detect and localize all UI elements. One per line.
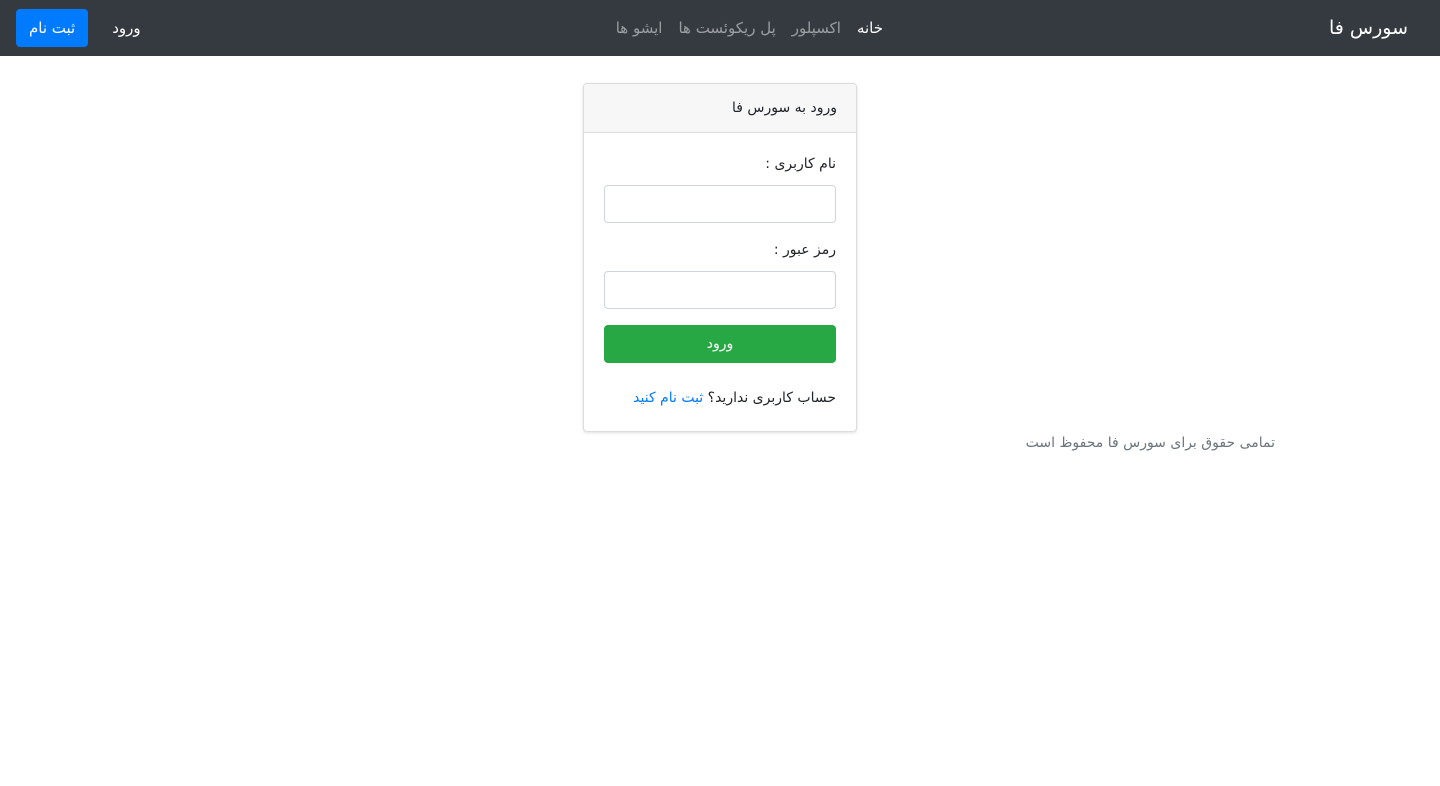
brand-logo[interactable]: سورس فا — [1329, 0, 1408, 56]
login-submit-button[interactable]: ورود — [604, 325, 836, 363]
nav-link-issues[interactable]: ایشو ها — [616, 19, 663, 37]
login-card: ورود به سورس فا نام کاربری : رمز عبور : … — [583, 83, 857, 432]
nav-links: خانه اکسپلور پل ریکوئست ها ایشو ها — [616, 0, 883, 56]
nav-link-pull-requests[interactable]: پل ریکوئست ها — [678, 19, 775, 37]
auth-buttons: ثبت نام ورود — [16, 9, 153, 47]
nav-link-home[interactable]: خانه — [857, 19, 883, 37]
signup-prompt: حساب کاربری ندارید؟ ثبت نام کنید — [604, 388, 836, 408]
login-card-title: ورود به سورس فا — [584, 84, 856, 133]
login-form: نام کاربری : رمز عبور : ورود حساب کاربری… — [584, 154, 856, 408]
login-nav-button[interactable]: ورود — [100, 9, 152, 47]
top-navbar: سورس فا خانه اکسپلور پل ریکوئست ها ایشو … — [0, 0, 1440, 56]
footer-copyright: تمامی حقوق برای سورس فا محفوظ است — [1025, 435, 1275, 451]
signup-link[interactable]: ثبت نام کنید — [633, 390, 703, 406]
register-button[interactable]: ثبت نام — [16, 9, 89, 47]
password-input[interactable] — [604, 271, 836, 309]
username-label: نام کاربری : — [765, 156, 836, 172]
username-input[interactable] — [604, 185, 836, 223]
no-account-text: حساب کاربری ندارید؟ — [707, 390, 836, 406]
nav-link-explore[interactable]: اکسپلور — [792, 19, 841, 37]
password-label: رمز عبور : — [773, 242, 836, 258]
